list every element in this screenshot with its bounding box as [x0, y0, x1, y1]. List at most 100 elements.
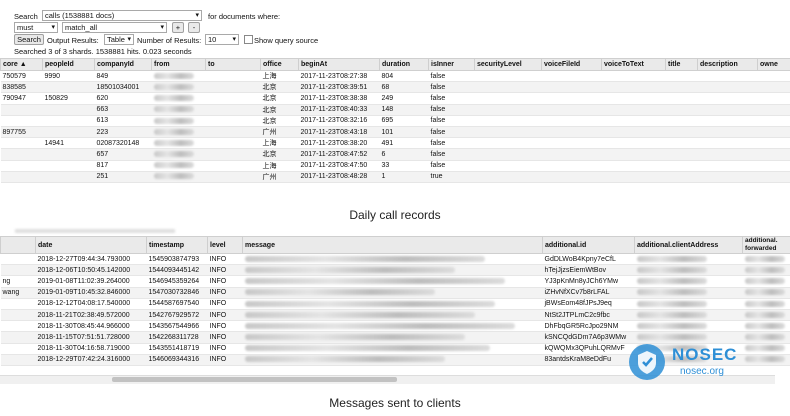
table-cell: 广州 — [260, 126, 299, 139]
calls-column-header[interactable]: title — [665, 58, 698, 71]
search-label: Search — [14, 12, 38, 21]
table-row[interactable]: 663 北京 2017-11-23T08:40:33 148 false — [0, 104, 790, 116]
table-cell — [474, 81, 542, 94]
table-cell — [601, 81, 666, 94]
table-row[interactable]: ng 2019-01-08T11:02:39.264000 154694535926… — [0, 275, 790, 288]
table-row[interactable]: 2018-11-15T07:51:51.728000 1542268311728 I… — [0, 331, 790, 344]
redacted-forwarded — [744, 289, 785, 296]
table-row[interactable]: 2018-12-12T04:08:17.540000 1544587697540 I… — [0, 298, 790, 310]
table-cell — [42, 171, 95, 183]
table-row[interactable]: wang 2019-01-09T10:45:32.846000 1547030732… — [0, 287, 790, 299]
show-query-checkbox[interactable] — [244, 35, 253, 44]
table-cell: 1543567544966 — [146, 320, 208, 333]
calls-column-header[interactable]: owne — [757, 58, 790, 71]
must-select[interactable]: must — [14, 22, 58, 33]
redacted-phone — [153, 117, 194, 124]
remove-clause-button[interactable]: - — [188, 22, 200, 33]
redacted-forwarded — [744, 311, 785, 318]
messages-column-header[interactable]: timestamp — [146, 236, 208, 254]
table-cell: 2017-11-23T08:47:50 — [298, 160, 380, 172]
messages-column-header[interactable]: message — [242, 236, 543, 254]
table-cell — [665, 160, 698, 172]
table-cell — [151, 70, 206, 83]
calls-column-header[interactable]: voiceToText — [601, 58, 666, 71]
output-select[interactable]: Table — [104, 34, 134, 45]
table-cell: 2017-11-23T08:40:33 — [298, 104, 380, 116]
calls-column-header[interactable]: isInner — [428, 58, 475, 71]
table-row[interactable]: 2018-12-06T10:50:45.142000 1544093445142 I… — [0, 264, 790, 277]
table-row[interactable]: 2018-11-21T02:38:49.572000 1542767929572 I… — [0, 309, 790, 322]
table-cell — [541, 126, 602, 139]
messages-column-header[interactable] — [0, 236, 36, 254]
table-cell — [242, 309, 543, 322]
table-cell: 上海 — [260, 70, 299, 83]
scrollbar-thumb[interactable] — [112, 377, 397, 382]
table-cell — [541, 104, 602, 116]
table-row[interactable]: 251 广州 2017-11-23T08:48:28 1 true — [0, 171, 790, 183]
table-cell: 613 — [94, 115, 152, 127]
table-cell — [205, 171, 261, 183]
table-cell: 1546069344316 — [146, 354, 208, 366]
table-row[interactable]: 750579 9990 849 上海 2017-11-23T08:27:38 804 fal… — [0, 70, 790, 83]
table-cell: 2017-11-23T08:38:20 — [298, 137, 380, 150]
table-cell — [242, 298, 543, 310]
calls-column-header[interactable]: companyId — [94, 58, 152, 71]
table-row[interactable]: 838585 18501034001 北京 2017-11-23T08:39:51 68… — [0, 81, 790, 94]
table-row[interactable]: 657 北京 2017-11-23T08:47:52 6 false — [0, 148, 790, 161]
table-cell — [757, 160, 790, 172]
calls-column-header[interactable]: securityLevel — [474, 58, 542, 71]
table-cell: 北京 — [260, 115, 299, 127]
table-row[interactable]: 2018-12-27T09:44:34.793000 1545903874793 I… — [0, 253, 790, 266]
table-row[interactable]: 817 上海 2017-11-23T08:47:50 33 false — [0, 160, 790, 172]
table-cell — [151, 148, 206, 161]
table-cell: 上海 — [260, 160, 299, 172]
calls-column-header[interactable]: peopleId — [42, 58, 95, 71]
table-cell — [0, 171, 43, 183]
table-cell: 2017-11-23T08:38:38 — [298, 92, 380, 105]
table-cell — [205, 115, 261, 127]
index-select[interactable]: calls (1538881 docs) — [42, 10, 202, 21]
calls-column-header[interactable]: duration — [379, 58, 429, 71]
table-cell: ng — [0, 275, 36, 288]
table-cell — [697, 70, 758, 83]
table-cell: 223 — [94, 126, 152, 139]
calls-column-header[interactable]: to — [205, 58, 261, 71]
table-cell: 2018-12-29T07:42:24.316000 — [35, 354, 147, 366]
number-select[interactable]: 10 — [205, 34, 239, 45]
table-cell — [205, 104, 261, 116]
table-cell: YJ3pKnMn8yJCh6YMw — [542, 275, 635, 288]
calls-column-header[interactable]: core ▲ — [0, 58, 43, 71]
table-cell — [474, 126, 542, 139]
table-cell — [42, 81, 95, 94]
add-clause-button[interactable]: + — [172, 22, 184, 33]
redacted-phone — [153, 162, 194, 169]
calls-column-header[interactable]: from — [151, 58, 206, 71]
table-cell: 2018-12-12T04:08:17.540000 — [35, 298, 147, 310]
table-row[interactable]: 14941 02087320148 上海 2017-11-23T08:38:20 491… — [0, 137, 790, 150]
messages-column-header[interactable]: additional.clientAddress — [634, 236, 743, 254]
table-cell: 1542268311728 — [146, 331, 208, 344]
table-cell — [665, 115, 698, 127]
table-cell — [242, 275, 543, 288]
calls-column-header[interactable]: voiceFileId — [541, 58, 602, 71]
match-select[interactable]: match_all — [62, 22, 167, 33]
messages-column-header[interactable]: date — [35, 236, 147, 254]
calls-column-header[interactable]: description — [697, 58, 758, 71]
table-cell: 251 — [94, 171, 152, 183]
search-button[interactable]: Search — [14, 34, 44, 45]
calls-column-header[interactable]: office — [260, 58, 299, 71]
table-cell — [634, 298, 743, 310]
table-cell: false — [428, 81, 475, 94]
calls-column-header[interactable]: beginAt — [298, 58, 380, 71]
table-cell: 9990 — [42, 70, 95, 83]
table-row[interactable]: 613 北京 2017-11-23T08:32:16 695 false — [0, 115, 790, 127]
messages-column-header[interactable]: additional.id — [542, 236, 635, 254]
messages-column-header[interactable]: additional. forwarded — [742, 236, 790, 254]
table-cell — [742, 253, 790, 266]
messages-column-header[interactable]: level — [207, 236, 243, 254]
table-row[interactable]: 897755 223 广州 2017-11-23T08:43:18 101 false — [0, 126, 790, 139]
table-row[interactable]: 790947 150829 620 北京 2017-11-23T08:38:38 249 f… — [0, 92, 790, 105]
table-row[interactable]: 2018-11-30T08:45:44.966000 1543567544966 I… — [0, 320, 790, 333]
redacted-phone — [153, 72, 194, 79]
table-cell — [151, 81, 206, 94]
